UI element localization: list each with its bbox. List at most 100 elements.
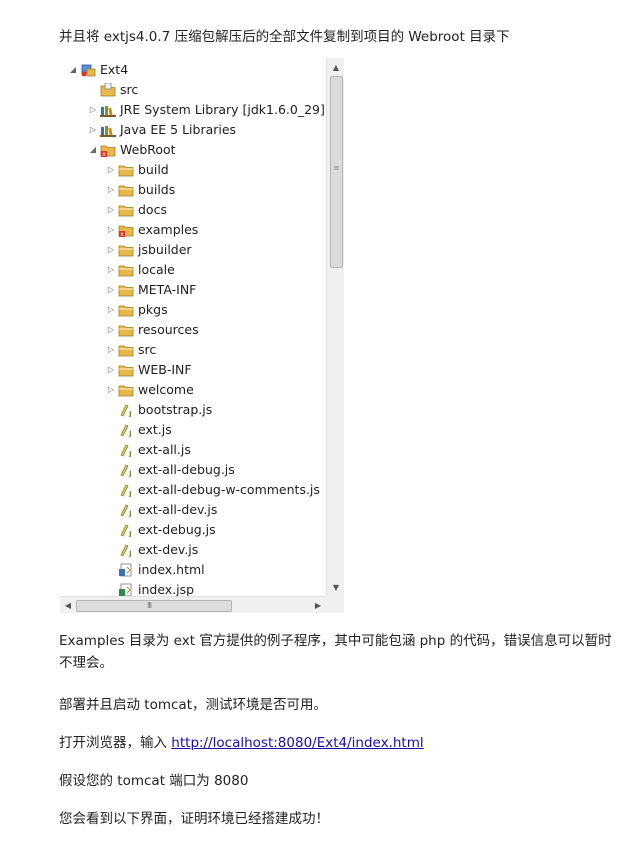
collapsed-arrow-icon[interactable]: ▷: [106, 300, 116, 320]
folder-icon: [118, 323, 134, 337]
svg-text:J: J: [128, 510, 132, 517]
expanded-arrow-icon[interactable]: ◢: [68, 60, 78, 80]
tree-item[interactable]: ▷ META-INF: [60, 280, 326, 300]
collapsed-arrow-icon[interactable]: ▷: [106, 380, 116, 400]
tree-item[interactable]: ▷ src: [60, 340, 326, 360]
tree-item[interactable]: Jext-debug.js: [60, 520, 326, 540]
horizontal-scrollbar[interactable]: ◀ III ▶: [60, 596, 326, 613]
collapsed-arrow-icon[interactable]: ▷: [106, 340, 116, 360]
svg-text:J: J: [128, 450, 132, 457]
tree-item[interactable]: Jext-all-dev.js: [60, 500, 326, 520]
scroll-corner: [326, 596, 344, 613]
tree-item[interactable]: index.html: [60, 560, 326, 580]
tree-item[interactable]: ▷ Java EE 5 Libraries: [60, 120, 326, 140]
tree-item[interactable]: src: [60, 80, 326, 100]
tree-item-label: ext-all-dev.js: [138, 502, 218, 517]
tree-item-label: src: [120, 82, 139, 97]
tree-item-label: Ext4: [100, 62, 129, 77]
tree-item-label: locale: [138, 262, 175, 277]
tree-item[interactable]: Jbootstrap.js: [60, 400, 326, 420]
collapsed-arrow-icon[interactable]: ▷: [106, 240, 116, 260]
collapsed-arrow-icon[interactable]: ▷: [106, 180, 116, 200]
tree-item[interactable]: Jext-all-debug.js: [60, 460, 326, 480]
intro-paragraph: 并且将 extjs4.0.7 压缩包解压后的全部文件复制到项目的 Webroot…: [59, 29, 510, 45]
tree-item[interactable]: Jext-dev.js: [60, 540, 326, 560]
scroll-left-icon[interactable]: ◀: [60, 597, 76, 613]
vertical-scroll-thumb[interactable]: ≡: [330, 76, 343, 268]
tree-item[interactable]: ▷ locale: [60, 260, 326, 280]
tree-list: ◢ Ext4 src ▷ JRE System Library [jdk1.6.0_29…: [60, 58, 326, 596]
svg-text:J: J: [128, 430, 132, 437]
examples-paragraph: Examples 目录为 ext 官方提供的例子程序，其中可能包涵 php 的代…: [59, 633, 612, 671]
tree-item-label: bootstrap.js: [138, 402, 213, 417]
tree-item-label: build: [138, 162, 169, 177]
project-explorer-tree[interactable]: ◢ Ext4 src ▷ JRE System Library [jdk1.6.0_29…: [60, 58, 344, 613]
collapsed-arrow-icon[interactable]: ▷: [106, 220, 116, 240]
collapsed-arrow-icon[interactable]: ▷: [106, 260, 116, 280]
svg-text:J: J: [128, 470, 132, 477]
source-folder-icon: [100, 82, 116, 97]
collapsed-arrow-icon[interactable]: ▷: [106, 320, 116, 340]
tree-item-label: pkgs: [138, 302, 168, 317]
collapsed-arrow-icon[interactable]: ▷: [88, 120, 98, 140]
tree-item[interactable]: ◢ Ext4: [60, 60, 326, 80]
tree-item[interactable]: ▷ WEB-INF: [60, 360, 326, 380]
localhost-link[interactable]: http://localhost:8080/Ext4/index.html: [171, 735, 423, 751]
tree-item[interactable]: Jext-all-debug-w-comments.js: [60, 480, 326, 500]
js-file-icon: J: [118, 503, 134, 518]
folder-icon: [118, 343, 134, 357]
svg-text:J: J: [128, 490, 132, 497]
tree-item[interactable]: Jext-all.js: [60, 440, 326, 460]
tree-item-label: ext-debug.js: [138, 522, 216, 537]
vertical-scrollbar[interactable]: ▲ ≡ ▼: [326, 58, 344, 596]
folder-icon: [118, 263, 134, 277]
tree-item[interactable]: ▷ welcome: [60, 380, 326, 400]
tree-item[interactable]: ◢ x WebRoot: [60, 140, 326, 160]
svg-text:x: x: [120, 231, 124, 237]
port-paragraph: 假设您的 tomcat 端口为 8080: [59, 773, 249, 789]
folder-icon: [118, 383, 134, 397]
scroll-up-icon[interactable]: ▲: [327, 60, 344, 76]
tree-item[interactable]: ▷ x examples: [60, 220, 326, 240]
svg-text:x: x: [102, 151, 106, 157]
tree-item[interactable]: Jext.js: [60, 420, 326, 440]
tree-item[interactable]: ▷ pkgs: [60, 300, 326, 320]
project-icon: [80, 63, 96, 77]
collapsed-arrow-icon[interactable]: ▷: [106, 280, 116, 300]
horizontal-scroll-thumb[interactable]: III: [76, 600, 232, 612]
tree-item[interactable]: ▷ docs: [60, 200, 326, 220]
tree-item-label: WEB-INF: [138, 362, 192, 377]
tree-item-label: resources: [138, 322, 199, 337]
tree-item-label: index.html: [138, 562, 205, 577]
scroll-right-icon[interactable]: ▶: [310, 597, 326, 613]
tree-item[interactable]: index.jsp: [60, 580, 326, 596]
js-file-icon: J: [118, 543, 134, 558]
tree-item[interactable]: ▷ JRE System Library [jdk1.6.0_29]: [60, 100, 326, 120]
tree-item-label: META-INF: [138, 282, 197, 297]
tree-item[interactable]: ▷ build: [60, 160, 326, 180]
html-file-icon: [118, 563, 134, 577]
collapsed-arrow-icon[interactable]: ▷: [106, 360, 116, 380]
folder-icon: [118, 243, 134, 257]
library-icon: [100, 103, 116, 117]
tree-item[interactable]: ▷ builds: [60, 180, 326, 200]
collapsed-arrow-icon[interactable]: ▷: [106, 200, 116, 220]
tree-item[interactable]: ▷ jsbuilder: [60, 240, 326, 260]
tree-item-label: src: [138, 342, 157, 357]
expanded-arrow-icon[interactable]: ◢: [88, 140, 98, 160]
open-browser-paragraph: 打开浏览器，输入 http://localhost:8080/Ext4/inde…: [59, 732, 619, 754]
tree-item[interactable]: ▷ resources: [60, 320, 326, 340]
collapsed-arrow-icon[interactable]: ▷: [106, 160, 116, 180]
tree-item-label: JRE System Library [jdk1.6.0_29]: [120, 102, 325, 117]
js-file-icon: J: [118, 403, 134, 418]
svg-text:J: J: [128, 530, 132, 537]
jsp-file-icon: [118, 583, 134, 596]
tree-item-label: ext.js: [138, 422, 172, 437]
collapsed-arrow-icon[interactable]: ▷: [88, 100, 98, 120]
folder-icon: [118, 303, 134, 317]
error-folder-icon: x: [118, 223, 134, 238]
open-browser-text: 打开浏览器，输入: [59, 735, 172, 751]
tree-item-label: WebRoot: [120, 142, 176, 157]
tree-item-label: ext-all-debug-w-comments.js: [138, 482, 320, 497]
scroll-down-icon[interactable]: ▼: [327, 580, 344, 596]
